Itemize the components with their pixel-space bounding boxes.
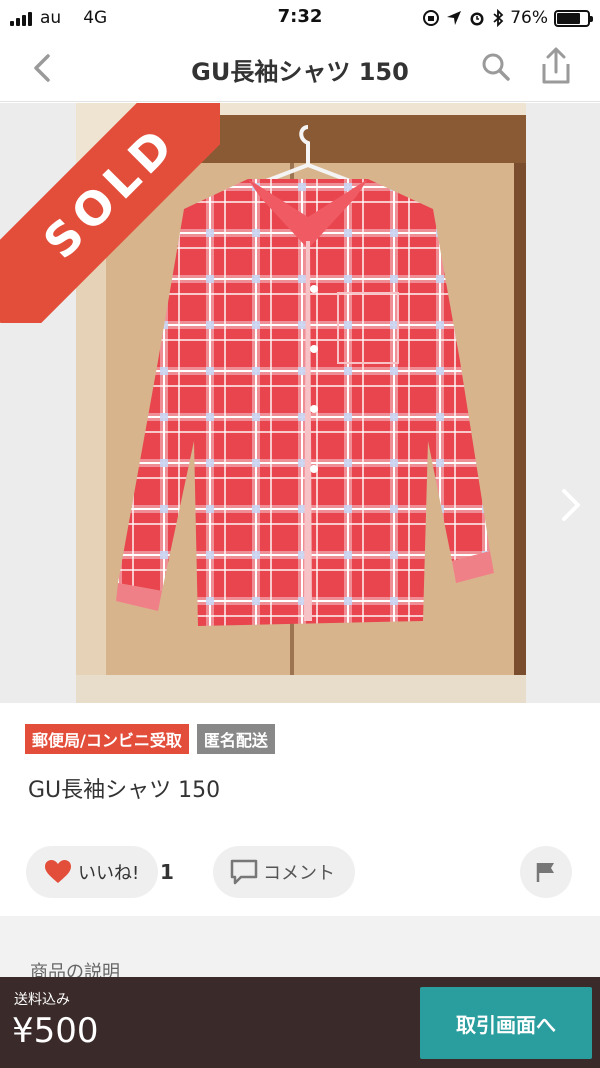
report-button[interactable] <box>520 846 572 898</box>
comment-label: コメント <box>263 863 335 884</box>
back-button[interactable] <box>26 50 62 86</box>
item-actions: いいね! 1 コメント <box>0 846 600 898</box>
sold-label: SOLD <box>33 115 187 269</box>
battery-level-fill <box>557 12 580 24</box>
comment-button[interactable]: コメント <box>213 846 355 898</box>
price: ¥500 <box>12 1011 99 1051</box>
like-button[interactable]: いいね! <box>26 846 158 898</box>
bluetooth-icon <box>493 9 504 27</box>
transaction-screen-button[interactable]: 取引画面へ <box>420 987 592 1059</box>
orientation-lock-icon <box>423 10 440 26</box>
status-bar: au 4G 7:32 76% <box>0 0 600 36</box>
bottom-purchase-bar: 送料込み ¥500 取引画面へ <box>0 977 600 1068</box>
tag-pickup: 郵便局/コンビニ受取 <box>25 724 189 754</box>
shipping-tags: 郵便局/コンビニ受取 匿名配送 <box>25 724 275 754</box>
page-title: GU長袖シャツ 150 <box>191 58 409 86</box>
like-count: 1 <box>160 860 174 884</box>
item-title: GU長袖シャツ 150 <box>28 778 221 803</box>
nav-bar: GU長袖シャツ 150 <box>0 36 600 102</box>
battery-percent: 76% <box>510 8 548 28</box>
search-button[interactable] <box>478 50 514 86</box>
comment-icon <box>230 859 258 885</box>
share-icon <box>542 47 570 84</box>
chevron-right-icon[interactable] <box>556 485 586 525</box>
location-icon <box>447 11 462 25</box>
sold-banner: SOLD <box>0 103 220 323</box>
share-button[interactable] <box>536 46 576 86</box>
heart-icon <box>45 860 71 883</box>
like-label: いいね! <box>78 863 140 884</box>
alarm-icon <box>470 12 484 26</box>
battery-icon <box>554 9 593 27</box>
flag-icon <box>536 863 554 882</box>
chevron-left-icon <box>34 54 50 82</box>
tag-anonymous-shipping: 匿名配送 <box>196 724 275 754</box>
search-icon <box>482 53 510 81</box>
shipping-included-label: 送料込み <box>14 992 70 1008</box>
